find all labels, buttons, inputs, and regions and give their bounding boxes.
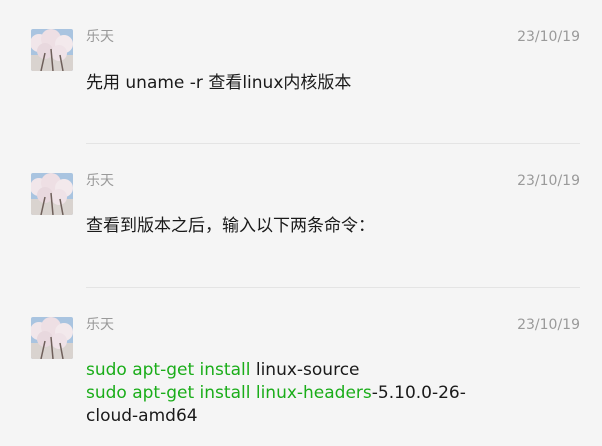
message-text: 先用 uname -r 查看linux内核版本 — [86, 73, 352, 93]
message-divider — [86, 287, 580, 288]
cherry-blossom-tree-avatar-icon — [31, 173, 73, 215]
command-highlight: sudo apt-get install — [86, 360, 251, 380]
command-argument: linux-source — [250, 360, 360, 380]
avatar[interactable] — [31, 173, 73, 215]
command-argument: -5.10.0-26- — [371, 383, 466, 403]
message-timestamp: 23/10/19 — [517, 317, 580, 333]
sender-name: 乐天 — [86, 317, 114, 333]
avatar[interactable] — [31, 29, 73, 71]
message-timestamp: 23/10/19 — [517, 29, 580, 45]
command-highlight: sudo apt-get install linux-headers — [86, 383, 372, 403]
cherry-blossom-tree-avatar-icon — [31, 29, 73, 71]
message-text: 查看到版本之后，输入以下两条命令： — [86, 216, 375, 236]
message-timestamp: 23/10/19 — [517, 173, 580, 189]
command-line: cloud-amd64 — [86, 406, 198, 426]
cherry-blossom-tree-avatar-icon — [31, 317, 73, 359]
message-divider — [86, 143, 580, 144]
message-text: sudo apt-get install linux-source sudo a… — [86, 359, 506, 428]
command-line: sudo apt-get install linux-headers-5.10.… — [86, 382, 506, 405]
sender-name: 乐天 — [86, 29, 114, 45]
sender-name: 乐天 — [86, 173, 114, 189]
chat-message-list: 乐天 23/10/19 先用 uname -r 查看linux内核版本 乐天 2… — [0, 0, 602, 446]
avatar[interactable] — [31, 317, 73, 359]
command-line: sudo apt-get install linux-source — [86, 359, 506, 382]
